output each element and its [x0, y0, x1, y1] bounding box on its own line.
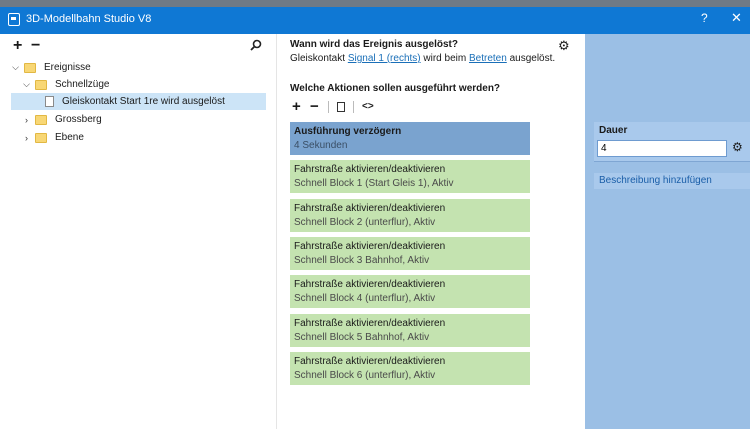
- action-title: Fahrstraße aktivieren/deaktivieren: [294, 356, 446, 367]
- search-icon[interactable]: [250, 39, 262, 51]
- gear-icon[interactable]: ⚙: [732, 140, 743, 154]
- folder-icon: [35, 114, 47, 125]
- add-description-link[interactable]: Beschreibung hinzufügen: [599, 175, 712, 186]
- close-button[interactable]: ✕: [731, 10, 742, 26]
- trigger-suffix: ausgelöst.: [509, 53, 556, 64]
- action-item-delay[interactable]: Ausführung verzögern 4 Sekunden: [290, 122, 530, 155]
- action-detail: Schnell Block 1 (Start Gleis 1), Aktiv: [294, 178, 454, 189]
- remove-event-button[interactable]: −: [31, 38, 40, 54]
- action-item-route[interactable]: Fahrstraße aktivieren/deaktivieren Schne…: [290, 352, 530, 385]
- action-detail: Schnell Block 2 (unterflur), Aktiv: [294, 217, 436, 228]
- tree-item-grossberg[interactable]: › Grossberg: [22, 111, 272, 128]
- action-detail: 4 Sekunden: [294, 140, 348, 151]
- action-title: Fahrstraße aktivieren/deaktivieren: [294, 164, 446, 175]
- tree-item-label: Ebene: [55, 132, 84, 143]
- action-title: Fahrstraße aktivieren/deaktivieren: [294, 203, 446, 214]
- tree-item-gleiskontakt[interactable]: Gleiskontakt Start 1re wird ausgelöst: [11, 93, 266, 110]
- action-detail: Schnell Block 3 Bahnhof, Aktiv: [294, 255, 430, 266]
- gear-icon[interactable]: ⚙: [558, 38, 570, 54]
- action-item-route[interactable]: Fahrstraße aktivieren/deaktivieren Schne…: [290, 275, 530, 308]
- trigger-middle: wird beim: [423, 53, 467, 64]
- action-item-route[interactable]: Fahrstraße aktivieren/deaktivieren Schne…: [290, 199, 530, 232]
- document-icon: [45, 96, 54, 107]
- tree-item-ebene[interactable]: › Ebene: [22, 129, 272, 146]
- tree-item-label: Schnellzüge: [55, 79, 110, 90]
- add-action-button[interactable]: +: [292, 99, 301, 114]
- action-title: Fahrstraße aktivieren/deaktivieren: [294, 241, 446, 252]
- folder-icon: [24, 62, 36, 73]
- folder-icon: [35, 132, 47, 143]
- dauer-label: Dauer: [599, 125, 628, 136]
- code-button[interactable]: <>: [362, 101, 374, 112]
- chevron-right-icon[interactable]: ›: [22, 133, 31, 143]
- actions-question: Welche Aktionen sollen ausgeführt werden…: [290, 83, 501, 94]
- app-icon: [8, 13, 20, 26]
- event-editor-panel: Wann wird das Ereignis ausgelöst? ⚙ Glei…: [278, 34, 584, 429]
- action-detail: Schnell Block 6 (unterflur), Aktiv: [294, 370, 436, 381]
- betreten-link[interactable]: Betreten: [469, 53, 507, 64]
- tree-item-label: Grossberg: [55, 114, 102, 125]
- dauer-input[interactable]: [597, 140, 727, 157]
- action-detail: Schnell Block 5 Bahnhof, Aktiv: [294, 332, 430, 343]
- folder-icon: [35, 79, 47, 90]
- action-title: Ausführung verzögern: [294, 126, 402, 137]
- action-detail: Schnell Block 4 (unterflur), Aktiv: [294, 293, 436, 304]
- tree-item-ereignisse[interactable]: ⌵ Ereignisse: [11, 59, 271, 76]
- tree-item-label: Ereignisse: [44, 62, 91, 73]
- chevron-down-icon[interactable]: ⌵: [11, 62, 20, 73]
- title-bar: 3D-Modellbahn Studio V8 ? ✕: [0, 0, 750, 34]
- trigger-question: Wann wird das Ereignis ausgelöst?: [290, 39, 458, 50]
- action-item-route[interactable]: Fahrstraße aktivieren/deaktivieren Schne…: [290, 314, 530, 347]
- signal-link[interactable]: Signal 1 (rechts): [348, 53, 421, 64]
- trigger-prefix: Gleiskontakt: [290, 53, 346, 64]
- trigger-description: Gleiskontakt Signal 1 (rechts) wird beim…: [290, 53, 555, 64]
- copy-icon[interactable]: [337, 100, 350, 112]
- event-tree-panel: + − ⌵ Ereignisse ⌵ Schnellzüge Gleiskont…: [0, 34, 277, 429]
- action-title: Fahrstraße aktivieren/deaktivieren: [294, 279, 446, 290]
- tree-item-label: Gleiskontakt Start 1re wird ausgelöst: [62, 96, 225, 107]
- remove-action-button[interactable]: −: [310, 99, 319, 114]
- add-event-button[interactable]: +: [13, 38, 22, 54]
- toolbar-divider: [328, 101, 329, 113]
- help-button[interactable]: ?: [701, 11, 708, 25]
- tree-item-schnellzuege[interactable]: ⌵ Schnellzüge: [22, 76, 272, 93]
- action-item-route[interactable]: Fahrstraße aktivieren/deaktivieren Schne…: [290, 160, 530, 193]
- chevron-down-icon[interactable]: ⌵: [22, 79, 31, 90]
- window-title: 3D-Modellbahn Studio V8: [26, 13, 152, 25]
- properties-panel: Dauer ⚙ Beschreibung hinzufügen: [585, 34, 750, 429]
- chevron-right-icon[interactable]: ›: [22, 115, 31, 125]
- dauer-property: Dauer ⚙: [594, 122, 750, 162]
- toolbar-divider: [353, 101, 354, 113]
- action-title: Fahrstraße aktivieren/deaktivieren: [294, 318, 446, 329]
- action-item-route[interactable]: Fahrstraße aktivieren/deaktivieren Schne…: [290, 237, 530, 270]
- description-row: Beschreibung hinzufügen: [594, 173, 750, 189]
